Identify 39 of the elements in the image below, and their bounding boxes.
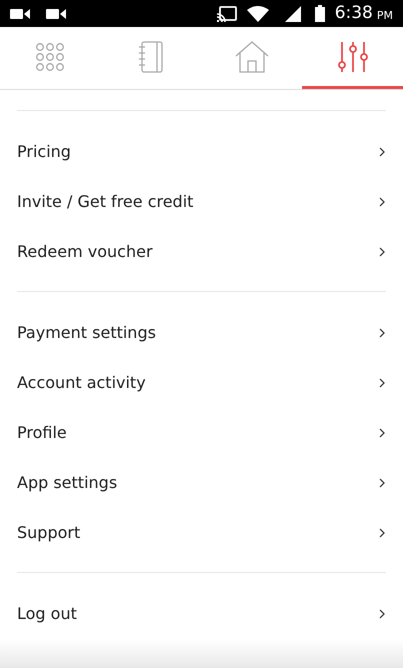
wifi-icon [246, 6, 269, 22]
menu-item-label: App settings [17, 472, 118, 494]
menu-item-label: Profile [17, 422, 67, 444]
menu-item-label: Support [17, 522, 80, 544]
chevron-right-icon [379, 147, 385, 157]
menu-item[interactable]: Pricing [17, 127, 386, 177]
menu-item-label: Payment settings [17, 322, 156, 344]
menu-item[interactable]: Payment settings [17, 308, 386, 358]
grid-icon [35, 42, 66, 72]
menu-item[interactable]: Log out [17, 589, 386, 639]
menu-item-label: Pricing [17, 141, 71, 163]
chevron-right-icon [379, 197, 385, 207]
chevron-right-icon [379, 428, 385, 438]
chevron-right-icon [379, 378, 385, 388]
cast-icon [216, 6, 237, 22]
video-camera-icon [10, 8, 30, 20]
sliders-icon [336, 40, 369, 72]
chevron-right-icon [379, 609, 385, 619]
chevron-right-icon [379, 478, 385, 488]
chevron-right-icon [379, 328, 385, 338]
menu-item[interactable]: Invite / Get free credit [17, 177, 386, 227]
notebook-icon [138, 40, 164, 72]
menu-item-label: Log out [17, 603, 77, 625]
menu-item[interactable]: Account activity [17, 358, 386, 408]
menu-item-label: Account activity [17, 372, 146, 394]
clock-time: 6:38 [334, 5, 373, 22]
chevron-right-icon [379, 247, 385, 257]
menu-item-label: Redeem voucher [17, 241, 153, 263]
menu-item[interactable]: App settings [17, 458, 386, 508]
clock-period: PM [376, 10, 393, 20]
home-icon [234, 40, 269, 72]
menu-item[interactable]: Profile [17, 408, 386, 458]
menu-item[interactable]: Support [17, 508, 386, 558]
chevron-right-icon [379, 528, 385, 538]
menu-item[interactable]: Redeem voucher [17, 227, 386, 277]
menu-item-label: Invite / Get free credit [17, 191, 194, 213]
signal-icon [284, 6, 301, 22]
video-camera-icon [46, 8, 66, 20]
battery-icon [314, 5, 325, 22]
